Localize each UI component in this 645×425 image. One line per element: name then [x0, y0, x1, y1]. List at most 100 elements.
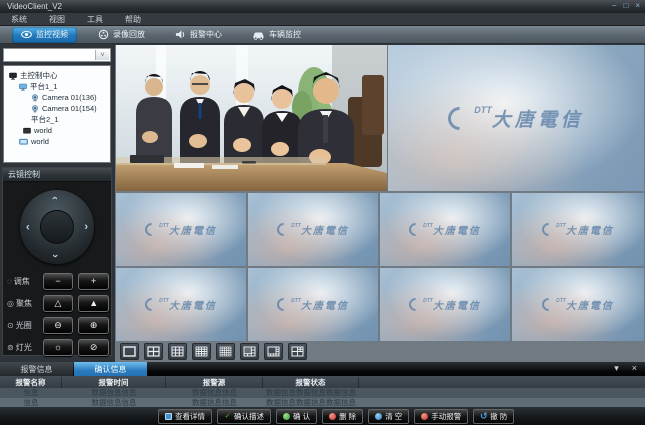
ptz-row-zoom: ◌调焦 − + — [7, 272, 109, 290]
alarm-action-bar: 查看详情 ✓ 确认描述 确 认 删 除 清 空 手动报警 ↺ 撤 防 — [0, 407, 645, 425]
crescent-logo-icon — [274, 220, 292, 238]
datang-watermark: DTT 大唐電信 — [388, 45, 644, 191]
grid-1-plus-5-icon — [243, 346, 256, 357]
layout-button-16[interactable] — [192, 343, 211, 360]
delete-icon — [329, 413, 336, 420]
focus-far-button[interactable]: ▲ — [78, 295, 109, 312]
device-select-dropdown[interactable]: ˅ — [3, 48, 111, 62]
close-button[interactable]: × — [635, 1, 640, 11]
ptz-right-arrow-icon[interactable]: › — [84, 222, 88, 232]
disarm-button[interactable]: ↺ 撤 防 — [473, 409, 514, 424]
confirm-button[interactable]: 确 认 — [276, 409, 317, 424]
ptz-panel-title: 云镜控制 — [3, 168, 111, 182]
iris-open-button[interactable]: ⊕ — [78, 317, 109, 334]
device-tree: 主控制中心 平台1_1 Camera 01(136) Camera 01(154… — [3, 65, 111, 163]
light-on-button[interactable]: ☼ — [43, 339, 74, 356]
ptz-row-label: 灯光 — [16, 342, 32, 353]
light-icon: ⊚ — [7, 343, 14, 352]
alarm-table-header: 报警名称 报警时间 报警源 报警状态 — [0, 376, 645, 388]
tab-alarm-center[interactable]: 报警中心 — [166, 27, 231, 43]
tree-item-camera-136[interactable]: Camera 01(136) — [4, 92, 110, 103]
video-tile[interactable]: DTT大唐電信 — [116, 268, 246, 341]
film-reel-icon — [98, 29, 109, 40]
light-off-button[interactable]: ⊘ — [78, 339, 109, 356]
menu-system[interactable]: 系统 — [0, 14, 38, 25]
iris-close-button[interactable]: ⊖ — [43, 317, 74, 334]
tab-label: 车辆监控 — [269, 29, 301, 40]
tab-alarm-info[interactable]: 报警信息 — [0, 362, 73, 376]
ptz-row-label: 调焦 — [14, 276, 30, 287]
column-header: 报警名称 — [0, 377, 62, 388]
ptz-down-arrow-icon[interactable]: › — [50, 254, 60, 258]
tab-playback[interactable]: 录像回放 — [89, 27, 154, 43]
tree-item-world-1[interactable]: world — [4, 125, 110, 136]
focus-ring-icon: ◌ — [7, 277, 12, 286]
crescent-logo-icon — [406, 295, 424, 313]
panel-collapse-icon[interactable]: ▾ — [614, 363, 619, 374]
world-blue-icon — [19, 138, 28, 146]
main-toolbar: 监控视频 录像回放 报警中心 车辆监控 — [0, 26, 645, 44]
video-tile[interactable]: DTT大唐電信 — [116, 193, 246, 266]
manual-alarm-button[interactable]: 手动报警 — [414, 409, 468, 424]
tree-item-label: 平台2_1 — [31, 114, 59, 125]
layout-button-1[interactable] — [120, 343, 139, 360]
table-row[interactable]: 信息 数据信息信息 数据信息信息 数据信息数据信息数据信息 — [0, 398, 645, 408]
ptz-dpad[interactable]: › › › › — [20, 190, 94, 264]
grid-4-icon — [147, 346, 160, 357]
tab-confirm-info[interactable]: 确认信息 — [74, 362, 147, 376]
ptz-control-panel: 云镜控制 › › › › ◌调焦 − + ◎聚焦 △ ▲ ⊙光圈 ⊖ ⊕ ⊚灯光… — [2, 167, 112, 356]
zoom-in-button[interactable]: + — [78, 273, 109, 290]
car-icon — [252, 29, 265, 40]
grid-1-plus-7-icon — [267, 346, 280, 357]
ptz-left-arrow-icon[interactable]: › — [26, 222, 30, 232]
menu-tools[interactable]: 工具 — [76, 14, 114, 25]
ptz-row-focus: ◎聚焦 △ ▲ — [7, 294, 109, 312]
details-icon — [165, 413, 172, 420]
video-tile[interactable]: DTT大唐電信 — [248, 268, 378, 341]
minimize-button[interactable]: − — [612, 1, 617, 11]
tab-label: 监控视频 — [36, 29, 68, 40]
layout-button-1-7[interactable] — [264, 343, 283, 360]
clear-button[interactable]: 清 空 — [368, 409, 409, 424]
video-tile[interactable]: DTT大唐電信 — [512, 193, 644, 266]
layout-button-split[interactable] — [288, 343, 307, 360]
tree-item-control-center[interactable]: 主控制中心 — [4, 70, 110, 81]
ptz-row-iris: ⊙光圈 ⊖ ⊕ — [7, 316, 109, 334]
tree-item-platform1[interactable]: 平台1_1 — [4, 81, 110, 92]
view-details-button[interactable]: 查看详情 — [158, 409, 212, 424]
panel-close-icon[interactable]: × — [632, 363, 637, 374]
layout-button-25[interactable] — [216, 343, 235, 360]
tree-item-platform2[interactable]: 平台2_1 — [4, 114, 110, 125]
confirm-description-button[interactable]: ✓ 确认描述 — [217, 409, 271, 424]
maximize-button[interactable]: □ — [623, 1, 628, 11]
video-tile[interactable]: DTT大唐電信 — [380, 193, 510, 266]
camera-icon — [31, 94, 39, 102]
layout-button-1-5[interactable] — [240, 343, 259, 360]
world-dark-icon — [23, 127, 31, 135]
chevron-down-icon[interactable]: ˅ — [95, 50, 109, 60]
grid-1-icon — [123, 346, 136, 357]
confirm-icon — [283, 413, 290, 420]
zoom-out-button[interactable]: − — [43, 273, 74, 290]
tree-item-camera-154[interactable]: Camera 01(154) — [4, 103, 110, 114]
video-tile[interactable]: DTT大唐電信 — [248, 193, 378, 266]
focus-near-button[interactable]: △ — [43, 295, 74, 312]
speaker-icon — [175, 29, 186, 40]
tab-monitor-video[interactable]: 监控视频 — [12, 27, 77, 43]
delete-button[interactable]: 删 除 — [322, 409, 363, 424]
iris-icon: ⊙ — [7, 321, 14, 330]
video-tile[interactable]: DTT大唐電信 — [512, 268, 644, 341]
menu-view[interactable]: 视图 — [38, 14, 76, 25]
ptz-up-arrow-icon[interactable]: › — [50, 196, 60, 200]
column-header: 报警状态 — [263, 377, 359, 388]
tree-item-world-2[interactable]: world — [4, 136, 110, 147]
tab-vehicle-monitor[interactable]: 车辆监控 — [243, 27, 310, 43]
live-video-tile[interactable] — [116, 45, 387, 191]
video-tile[interactable]: DTT大唐電信 — [380, 268, 510, 341]
layout-button-4[interactable] — [144, 343, 163, 360]
disarm-icon: ↺ — [480, 413, 487, 420]
video-tile[interactable]: DTT 大唐電信 — [388, 45, 644, 191]
layout-button-9[interactable] — [168, 343, 187, 360]
grid-9-icon — [171, 346, 184, 357]
menu-help[interactable]: 帮助 — [114, 14, 152, 25]
